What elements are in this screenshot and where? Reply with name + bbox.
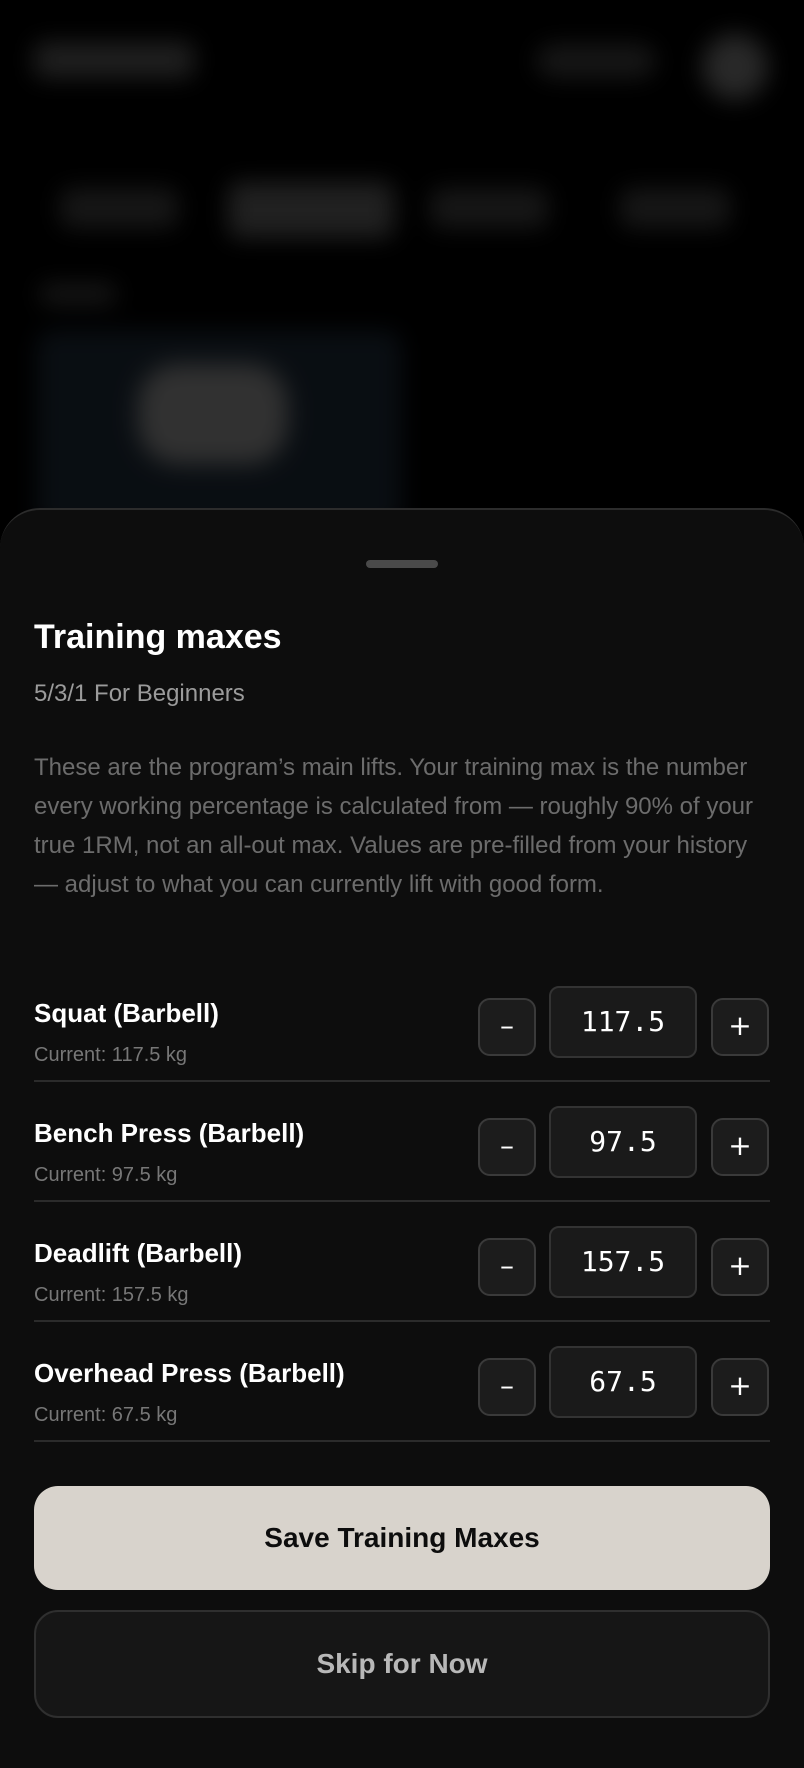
background-tab [620, 188, 730, 228]
lift-current-value: Current: 97.5 kg [34, 1164, 178, 1186]
lift-current-value: Current: 67.5 kg [34, 1404, 178, 1426]
lift-row-squat: Squat (Barbell) Current: 117.5 kg – 117.… [34, 962, 770, 1082]
decrement-button[interactable]: – [478, 1118, 536, 1176]
lift-current-value: Current: 117.5 kg [34, 1044, 188, 1066]
background-label [40, 284, 116, 304]
lift-name: Overhead Press (Barbell) [34, 1358, 345, 1388]
training-maxes-sheet: Training maxes 5/3/1 For Beginners These… [0, 508, 804, 1768]
training-max-input[interactable]: 67.5 [549, 1346, 697, 1418]
lift-list: Squat (Barbell) Current: 117.5 kg – 117.… [34, 962, 770, 1442]
lift-row-overhead-press: Overhead Press (Barbell) Current: 67.5 k… [34, 1322, 770, 1442]
background-tab [60, 188, 178, 228]
lift-name: Deadlift (Barbell) [34, 1238, 243, 1268]
program-name: 5/3/1 For Beginners [34, 680, 245, 707]
background-avatar [702, 34, 768, 100]
lift-row-deadlift: Deadlift (Barbell) Current: 157.5 kg – 1… [34, 1202, 770, 1322]
sheet-title: Training maxes [34, 618, 282, 656]
plus-icon: + [728, 1249, 752, 1282]
lift-name: Squat (Barbell) [34, 998, 219, 1028]
minus-icon: – [500, 1369, 514, 1402]
decrement-button[interactable]: – [478, 1358, 536, 1416]
decrement-button[interactable]: – [478, 998, 536, 1056]
plus-icon: + [728, 1369, 752, 1402]
background-tab [430, 188, 548, 228]
save-training-maxes-button[interactable]: Save Training Maxes [34, 1486, 770, 1590]
increment-button[interactable]: + [711, 1358, 769, 1416]
lift-name: Bench Press (Barbell) [34, 1118, 305, 1148]
decrement-button[interactable]: – [478, 1238, 536, 1296]
plus-icon: + [728, 1129, 752, 1162]
increment-button[interactable]: + [711, 998, 769, 1056]
training-max-input[interactable]: 157.5 [549, 1226, 697, 1298]
background-big-number [138, 364, 288, 464]
background-app-blurred [0, 0, 804, 560]
background-pill [536, 44, 656, 78]
background-logo [34, 42, 194, 78]
training-max-input[interactable]: 97.5 [549, 1106, 697, 1178]
lift-current-value: Current: 157.5 kg [34, 1284, 189, 1306]
sheet-description: These are the program’s main lifts. Your… [34, 754, 754, 898]
skip-for-now-button[interactable]: Skip for Now [34, 1610, 770, 1718]
increment-button[interactable]: + [711, 1118, 769, 1176]
lift-row-bench-press: Bench Press (Barbell) Current: 97.5 kg –… [34, 1082, 770, 1202]
drag-handle[interactable] [366, 560, 438, 568]
minus-icon: – [500, 1249, 514, 1282]
plus-icon: + [728, 1009, 752, 1042]
background-tab-active [228, 182, 394, 238]
minus-icon: – [500, 1129, 514, 1162]
increment-button[interactable]: + [711, 1238, 769, 1296]
minus-icon: – [500, 1009, 514, 1042]
training-max-input[interactable]: 117.5 [549, 986, 697, 1058]
